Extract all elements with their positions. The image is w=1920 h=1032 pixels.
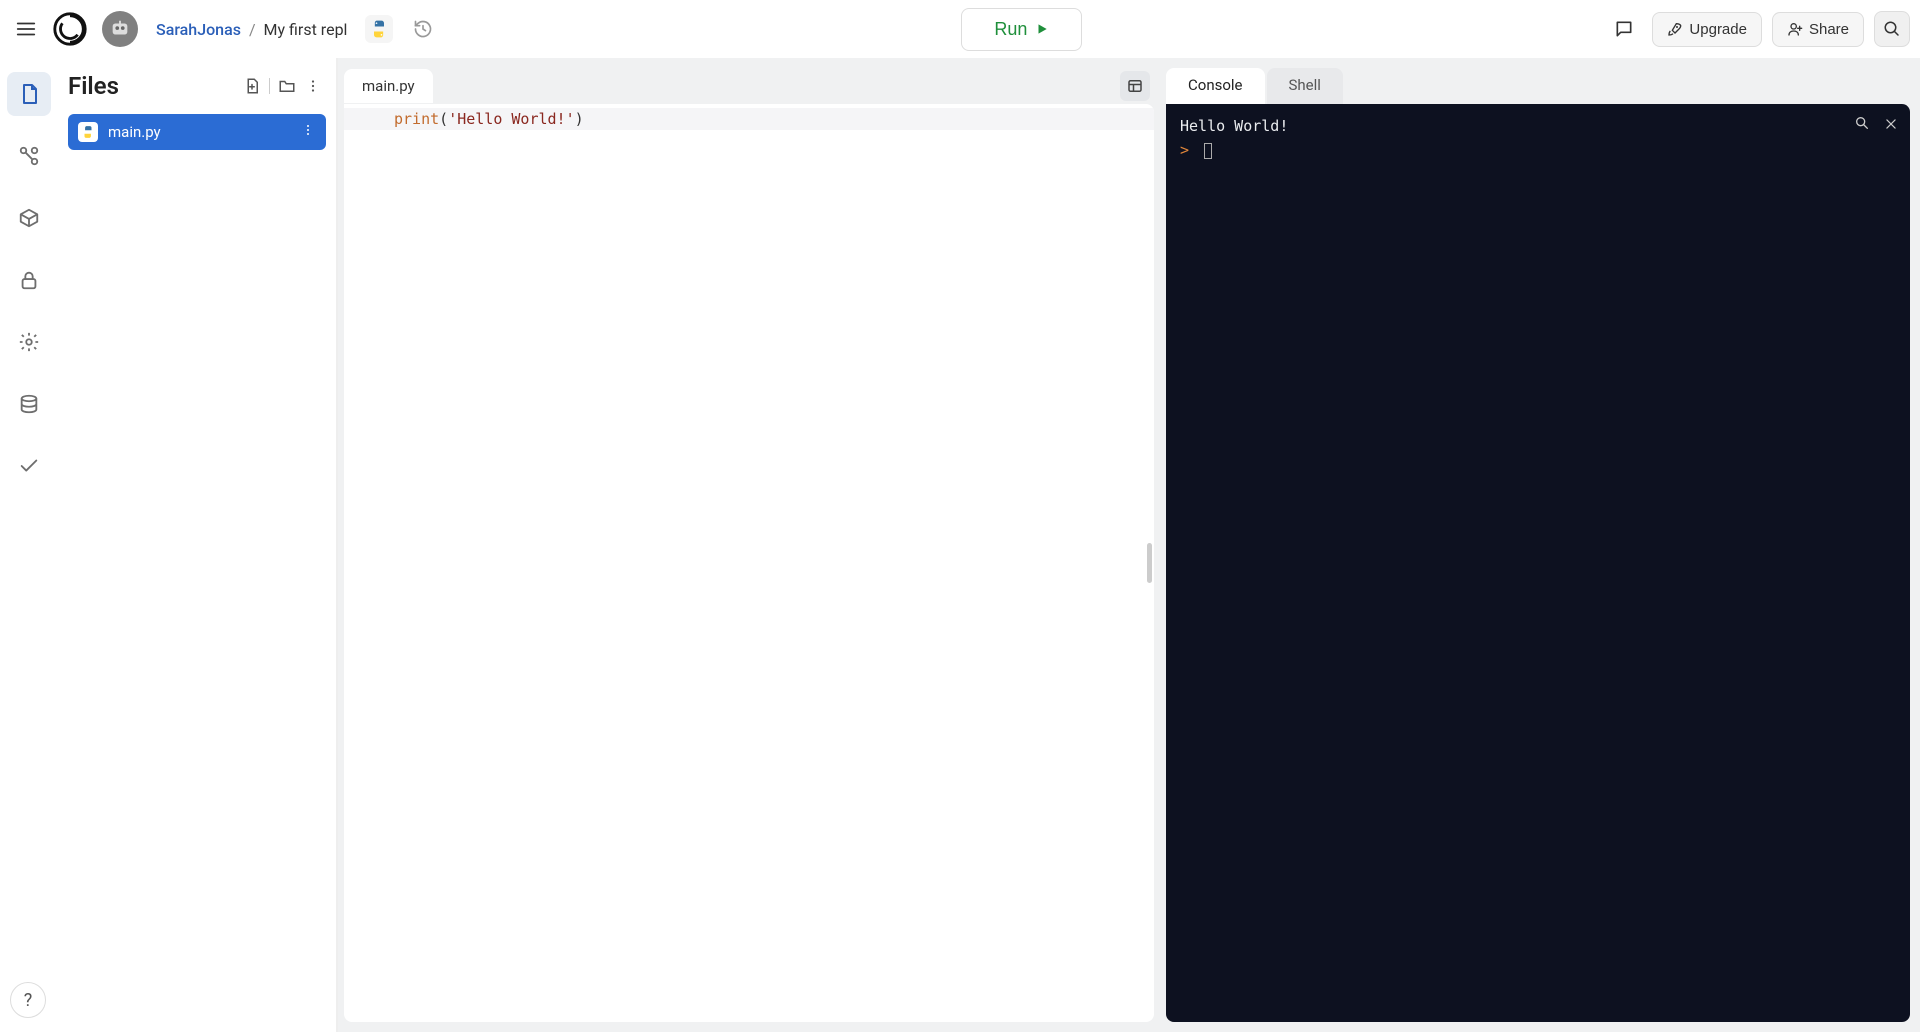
console-terminal[interactable]: Hello World! > <box>1166 104 1910 1022</box>
code-editor[interactable]: 1 print('Hello World!') <box>344 104 1154 1022</box>
files-panel-title: Files <box>68 72 239 100</box>
user-plus-icon <box>1787 21 1803 37</box>
scroll-handle[interactable] <box>1147 543 1152 583</box>
python-language-icon[interactable] <box>365 15 393 43</box>
console-clear-icon[interactable] <box>1884 114 1898 138</box>
files-more-icon[interactable] <box>300 73 326 99</box>
new-file-icon[interactable] <box>239 73 265 99</box>
help-button[interactable]: ? <box>10 982 46 1018</box>
tab-console[interactable]: Console <box>1166 68 1265 104</box>
run-button-label: Run <box>994 19 1027 40</box>
header-center: Run <box>445 8 1598 51</box>
breadcrumb-repl-name[interactable]: My first repl <box>264 20 348 39</box>
sidebar-settings-icon[interactable] <box>7 320 51 364</box>
line-number-gutter: 1 <box>344 104 394 1022</box>
console-cursor <box>1204 143 1212 159</box>
search-icon <box>1883 20 1901 38</box>
breadcrumb: SarahJonas / My first repl <box>156 20 347 39</box>
rocket-icon <box>1667 21 1683 37</box>
sidebar-files-icon[interactable] <box>7 72 51 116</box>
code-area[interactable]: print('Hello World!') <box>394 104 1154 1022</box>
tab-console-label: Console <box>1188 76 1243 94</box>
help-label: ? <box>24 990 33 1011</box>
console-prompt-line: > <box>1180 138 1896 162</box>
breadcrumb-separator: / <box>249 20 256 39</box>
upgrade-button[interactable]: Upgrade <box>1652 12 1762 47</box>
run-button[interactable]: Run <box>961 8 1082 51</box>
tool-sidebar: ? <box>0 58 58 1032</box>
python-file-icon <box>78 122 98 142</box>
hamburger-menu-icon[interactable] <box>10 13 42 45</box>
chat-icon[interactable] <box>1606 11 1642 47</box>
header-right: Upgrade Share <box>1606 11 1910 47</box>
console-pane: Console Shell Hello World! > <box>1160 58 1920 1032</box>
console-prompt-symbol: > <box>1180 141 1189 159</box>
search-button[interactable] <box>1874 11 1910 47</box>
editor-layout-icon[interactable] <box>1120 71 1150 101</box>
sidebar-secrets-icon[interactable] <box>7 258 51 302</box>
code-line-1[interactable]: print('Hello World!') <box>344 108 1154 130</box>
play-icon <box>1035 22 1049 36</box>
file-item-more-icon[interactable] <box>300 122 316 142</box>
editor-tab-bar: main.py <box>344 68 1154 104</box>
tab-shell[interactable]: Shell <box>1267 68 1343 104</box>
divider <box>269 78 270 94</box>
sidebar-packages-icon[interactable] <box>7 196 51 240</box>
files-panel: Files main.py <box>58 58 338 1032</box>
user-avatar[interactable] <box>102 11 138 47</box>
editor-tab-label: main.py <box>362 77 415 95</box>
share-button[interactable]: Share <box>1772 12 1864 47</box>
history-icon[interactable] <box>409 15 437 43</box>
share-label: Share <box>1809 21 1849 38</box>
sidebar-check-icon[interactable] <box>7 444 51 488</box>
console-tab-bar: Console Shell <box>1166 68 1910 104</box>
file-item-main-py[interactable]: main.py <box>68 114 326 150</box>
console-search-icon[interactable] <box>1854 114 1870 138</box>
replit-logo-icon[interactable] <box>50 9 90 49</box>
top-header: SarahJonas / My first repl Run Upgrade S… <box>0 0 1920 58</box>
editor-pane: main.py 1 print('Hello World!') <box>338 58 1160 1032</box>
sidebar-vcs-icon[interactable] <box>7 134 51 178</box>
editor-tab-main-py[interactable]: main.py <box>344 69 433 103</box>
console-output-line: Hello World! <box>1180 114 1896 138</box>
new-folder-icon[interactable] <box>274 73 300 99</box>
workspace: ? Files main.py <box>0 58 1920 1032</box>
sidebar-database-icon[interactable] <box>7 382 51 426</box>
file-name-label: main.py <box>108 123 290 141</box>
breadcrumb-user[interactable]: SarahJonas <box>156 20 241 39</box>
files-panel-header: Files <box>68 72 326 100</box>
upgrade-label: Upgrade <box>1689 21 1747 38</box>
tab-shell-label: Shell <box>1289 76 1321 94</box>
console-actions <box>1854 114 1898 138</box>
